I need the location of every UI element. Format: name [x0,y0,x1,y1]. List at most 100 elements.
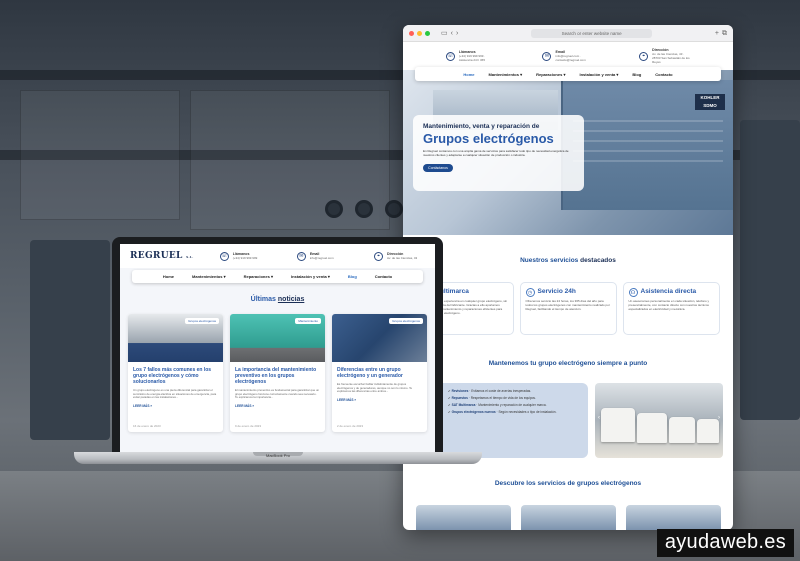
post-tag: Grupos electrógenos [185,318,219,324]
contact-phone[interactable]: ☏ Llámanos (+34) 919 999 999 · Asistencia… [445,50,497,62]
nav-contacto[interactable]: Contacto [655,72,672,77]
contact-button[interactable]: Contáctanos [423,164,453,172]
post-image: Mantenimiento [230,314,325,362]
nav-instalacion[interactable]: Instalación y venta ▾ [291,274,330,279]
browser-toolbar: ▭ ‹ › Search or enter website name + ⧉ [403,25,733,42]
hero-paragraph: En Regruel contamos con una amplia gama … [423,149,569,157]
phone-icon: ☏ [445,51,455,61]
services-title: Nuestros servicios destacados [520,257,616,264]
new-tab-icon[interactable]: + [715,30,719,37]
read-more-link[interactable]: LEER MÁS » [128,400,223,408]
laptop-model-label: MacBook Pro [265,453,290,458]
discover-card[interactable] [625,505,721,530]
services-row: ✓ Multimarca Disponemos de experiencia e… [403,282,733,335]
carousel-next-icon[interactable]: › [718,415,720,421]
post-title[interactable]: Diferencias entre un grupo electrógeno y… [332,362,427,379]
van-graphic [637,413,667,443]
nav-instalacion[interactable]: Instalación y venta ▾ [579,72,618,77]
service-text: Ofrecemos servicio las 24 horas, los 365… [525,299,610,311]
close-dot[interactable] [409,30,414,36]
background-gauge [385,200,403,218]
maintain-item: ✔ SAT Multimarca · Mantenimiento y repar… [448,403,547,407]
nav-reparaciones[interactable]: Reparaciones ▾ [536,72,565,77]
news-card[interactable]: Grupos electrógenos Diferencias entre un… [332,314,427,432]
contact-sub: (+34) 919 999 999 · Asistencia 24 h 365 [458,54,486,62]
generator-brand-logo: KOHLER SDMO [695,94,725,110]
watermark: ayudaweb.es [656,529,794,557]
contact-sub: Av. de las Ciencias, 43 [386,256,418,260]
service-title: Multimarca [434,288,469,295]
contact-sub: info@regruel.com [309,256,334,260]
nav-home[interactable]: Home [163,274,174,279]
read-more-link[interactable]: LEER MÁS » [230,400,325,408]
hero-kicker: Mantenimiento, venta y reparación de [423,123,540,130]
post-date: 16 de enero de 2023 [133,424,161,428]
location-icon: ⌖ [373,251,383,261]
post-title[interactable]: La importancia del mantenimiento prevent… [230,362,325,385]
nav-contacto[interactable]: Contacto [375,274,392,279]
nav-mantenimientos[interactable]: Mantenimientos ▾ [489,72,523,77]
nav-blog[interactable]: Blog [348,274,357,279]
laptop-screen: REGRUEL S.L. ☏ Llámanos (+34) 919 999 999… [112,237,443,452]
clock-icon: ◷ [525,288,535,297]
post-date: 9 de enero de 2023 [235,424,262,428]
discover-card[interactable] [520,505,616,530]
post-date: 2 de enero de 2023 [337,424,364,428]
news-card[interactable]: Grupos electrógenos Los 7 fallos más com… [128,314,223,432]
carousel-prev-icon[interactable]: ‹ [598,415,600,421]
url-bar[interactable]: Search or enter website name [531,28,652,38]
nav-mantenimientos[interactable]: Mantenimientos ▾ [192,274,226,279]
location-icon: ⌖ [639,51,649,61]
forward-icon[interactable]: › [456,30,458,37]
service-title: Asistencia directa [640,288,697,295]
service-card[interactable]: ◷ Servicio 24h Ofrecemos servicio las 24… [519,282,617,335]
post-image: Grupos electrógenos [332,314,427,362]
laptop-contact-bar: REGRUEL S.L. ☏ Llámanos (+34) 919 999 999… [120,244,435,268]
headset-icon: ☊ [628,288,638,297]
background-gauge [325,200,343,218]
background-machine [20,90,180,220]
sidebar-icon[interactable]: ▭ [441,30,448,37]
hero-generator-graphic: KOHLER SDMO [561,80,733,210]
phone-icon: ☏ [219,251,229,261]
hero-section: KOHLER SDMO Mantenimiento, venta y repar… [403,70,733,235]
contact-address[interactable]: ⌖ Dirección Av. de las Ciencias, 43 [373,251,425,261]
minimize-dot[interactable] [417,30,422,36]
vans-photo: ‹ › [595,383,723,458]
regruel-logo[interactable]: REGRUEL S.L. [130,251,194,261]
service-title: Servicio 24h [537,288,576,295]
back-icon[interactable]: ‹ [451,30,453,37]
service-text: Un asesorames personalmente en cada situ… [628,299,710,311]
contact-email[interactable]: ✉ Email info@regruel.com · contacto@regru… [542,50,593,62]
background-gauge [355,200,373,218]
contact-phone[interactable]: ☏ Llámanos (+34) 919 999 999 [219,251,271,261]
discover-card[interactable] [415,505,511,530]
zoom-dot[interactable] [425,30,430,36]
nav-blog[interactable]: Blog [632,72,641,77]
laptop-nav: Home Mantenimientos ▾ Reparaciones ▾ Ins… [132,270,423,283]
tabs-overview-icon[interactable]: ⧉ [722,30,727,37]
post-title[interactable]: Los 7 fallos más comunes en los grupo el… [128,362,223,385]
laptop-website: REGRUEL S.L. ☏ Llámanos (+34) 919 999 999… [120,244,435,452]
nav-reparaciones[interactable]: Reparaciones ▾ [244,274,273,279]
nav-home[interactable]: Home [463,72,474,77]
discover-title: Descubre los servicios de grupos electró… [494,480,642,487]
maintain-item: ✔ Repuestos · Respetamos el tiempo de vi… [448,396,536,400]
main-nav: Home Mantenimientos ▾ Reparaciones ▾ Ins… [415,67,721,81]
hero-card: Mantenimiento, venta y reparación de Gru… [413,115,584,191]
van-graphic [669,417,695,443]
news-card[interactable]: Mantenimiento La importancia del manteni… [230,314,325,432]
news-cards: Grupos electrógenos Los 7 fallos más com… [128,314,427,432]
contact-sub: Av. de las Ciencias, 43 · 28703 San Seba… [652,52,690,64]
post-excerpt: El mantenimiento preventivo es fundament… [235,388,320,400]
laptop-base: MacBook Pro [74,452,482,464]
read-more-link[interactable]: LEER MÁS » [332,394,427,402]
hero-headline: Grupos electrógenos [423,131,554,146]
service-card[interactable]: ☊ Asistencia directa Un asesorames perso… [622,282,720,335]
van-graphic [601,408,635,442]
mail-icon: ✉ [296,251,306,261]
post-excerpt: Un grupo electrógeno es una pieza difere… [133,388,217,400]
post-excerpt: Es frecuente escuchar hablar indistintam… [337,382,413,394]
contact-address[interactable]: ⌖ Dirección Av. de las Ciencias, 43 · 287… [639,48,690,64]
contact-email[interactable]: ✉ Email info@regruel.com [296,251,348,261]
